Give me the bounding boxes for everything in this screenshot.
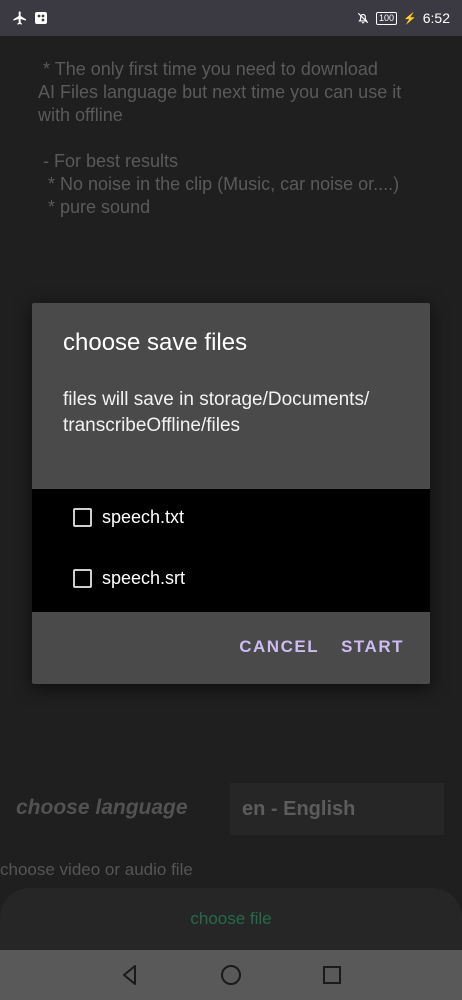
- cancel-button[interactable]: CANCEL: [239, 637, 319, 657]
- dialog-message: files will save in storage/Documents/ tr…: [63, 389, 370, 436]
- status-left-icons: [12, 10, 48, 26]
- app-notification-icon: [35, 12, 47, 24]
- dialog-options-list: speech.txt speech.srt: [32, 489, 430, 612]
- system-nav-bar: [0, 950, 462, 1000]
- option-label: speech.txt: [102, 507, 185, 527]
- bell-muted-icon: [357, 12, 369, 24]
- checkbox-icon[interactable]: [73, 569, 92, 588]
- option-label: speech.srt: [102, 568, 186, 588]
- dialog-actions: CANCEL START: [239, 637, 404, 657]
- battery-indicator: 100: [376, 11, 398, 25]
- save-files-dialog: choose save files files will save in sto…: [32, 303, 430, 684]
- option-speech-txt[interactable]: speech.txt: [73, 507, 184, 528]
- home-icon[interactable]: [219, 963, 243, 987]
- checkbox-icon[interactable]: [73, 508, 92, 527]
- charging-icon: ⚡: [403, 12, 417, 25]
- clock: 6:52: [422, 10, 450, 26]
- recents-icon[interactable]: [320, 963, 344, 987]
- status-right-icons: 100 ⚡ 6:52: [356, 10, 450, 26]
- status-bar: 100 ⚡ 6:52: [0, 0, 462, 36]
- option-speech-srt[interactable]: speech.srt: [73, 568, 185, 589]
- dialog-title: choose save files: [63, 329, 248, 356]
- back-icon[interactable]: [118, 963, 142, 987]
- airplane-mode-icon: [13, 11, 26, 25]
- start-button[interactable]: START: [341, 637, 404, 657]
